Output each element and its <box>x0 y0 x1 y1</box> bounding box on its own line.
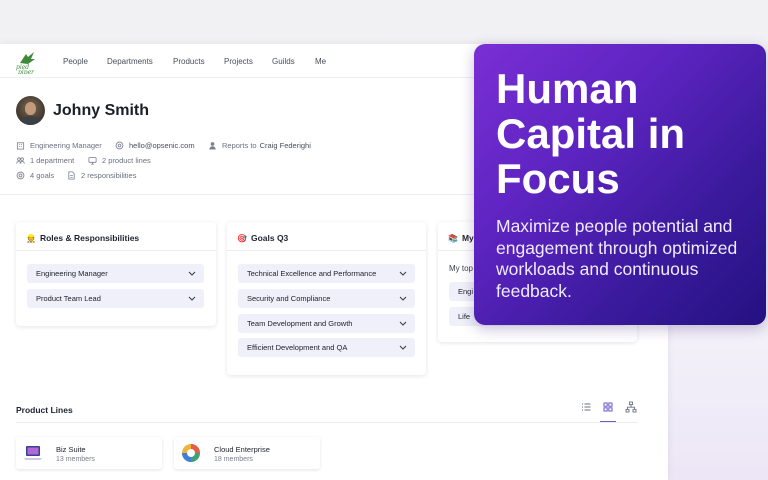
group-icon <box>16 157 25 164</box>
document-icon <box>68 171 75 180</box>
my-card-subtitle: My top <box>449 264 474 273</box>
avatar[interactable] <box>16 96 45 125</box>
promo-overlay: Human Capital in Focus Maximize people p… <box>474 44 766 325</box>
target-icon <box>16 171 25 180</box>
roles-card-title: 👷 Roles & Responsibilities <box>26 233 139 243</box>
nav-item-products[interactable]: Products <box>173 57 205 66</box>
building-icon <box>16 142 25 150</box>
product-line-card[interactable]: Cloud Enterprise 18 members <box>174 437 320 469</box>
page-background-accent <box>668 300 768 480</box>
job-title: Engineering Manager <box>30 141 102 150</box>
job-title-meta: Engineering Manager <box>16 141 102 150</box>
monitor-icon <box>88 157 97 165</box>
responsibilities-meta: 2 responsibilities <box>67 171 136 180</box>
person-icon <box>209 142 216 150</box>
goals-count[interactable]: 4 goals <box>30 171 54 180</box>
promo-title: Human Capital in Focus <box>496 65 686 202</box>
goal-item[interactable]: Security and Compliance <box>238 289 415 308</box>
roles-card: 👷 Roles & Responsibilities Engineering M… <box>16 222 216 326</box>
avatar-face <box>25 102 36 115</box>
product-line-card[interactable]: Biz Suite 13 members <box>16 437 162 469</box>
product-lines-divider <box>16 422 638 423</box>
card-divider <box>16 250 216 251</box>
grid-view-icon[interactable] <box>602 401 614 413</box>
company-logo[interactable]: pied piper <box>14 50 40 76</box>
goals-card-title: 🎯 Goals Q3 <box>237 233 288 243</box>
list-view-icon[interactable] <box>580 401 592 413</box>
goal-item-label: Technical Excellence and Performance <box>247 269 377 278</box>
chevron-down-icon <box>399 271 407 276</box>
laptop-icon <box>24 446 42 460</box>
chevron-down-icon <box>399 321 407 326</box>
my-item-label: Life <box>458 312 471 321</box>
target-emoji-icon: 🎯 <box>237 233 247 243</box>
goal-item-label: Security and Compliance <box>247 294 331 303</box>
my-item-label: Engi <box>458 287 474 296</box>
chevron-down-icon <box>399 296 407 301</box>
product-line-name: Cloud Enterprise <box>214 445 270 454</box>
role-item-label: Product Team Lead <box>36 294 101 303</box>
nav-item-projects[interactable]: Projects <box>224 57 253 66</box>
svg-text:piper: piper <box>18 69 35 74</box>
card-divider <box>227 250 426 251</box>
avatar-body <box>20 116 41 125</box>
books-icon: 📚 <box>448 233 458 243</box>
role-item[interactable]: Product Team Lead <box>27 289 204 308</box>
worker-icon: 👷 <box>26 233 36 243</box>
product-lines-meta: 2 product lines <box>88 156 151 165</box>
chevron-down-icon <box>188 271 196 276</box>
chevron-down-icon <box>188 296 196 301</box>
responsibilities-count[interactable]: 2 responsibilities <box>81 171 136 180</box>
goal-item[interactable]: Technical Excellence and Performance <box>238 264 415 283</box>
reports-to-label: Reports to <box>222 141 257 150</box>
product-line-members: 13 members <box>56 456 95 463</box>
email-link[interactable]: hello@opsenic.com <box>129 141 195 150</box>
tree-view-icon[interactable] <box>625 401 637 413</box>
goals-card: 🎯 Goals Q3 Technical Excellence and Perf… <box>227 222 426 375</box>
role-item[interactable]: Engineering Manager <box>27 264 204 283</box>
nav-item-me[interactable]: Me <box>315 57 326 66</box>
role-item-label: Engineering Manager <box>36 269 108 278</box>
goal-item[interactable]: Team Development and Growth <box>238 314 415 333</box>
roles-card-title-text: Roles & Responsibilities <box>39 233 140 243</box>
goal-item-label: Efficient Development and QA <box>247 343 348 352</box>
chevron-down-icon <box>399 345 407 350</box>
product-lines-title: Product Lines <box>16 405 73 415</box>
product-lines-count[interactable]: 2 product lines <box>102 156 151 165</box>
nav-item-departments[interactable]: Departments <box>107 57 153 66</box>
cloud-swirl-icon <box>182 444 200 462</box>
at-icon <box>115 141 124 150</box>
goals-meta: 4 goals <box>16 171 54 180</box>
departments-count[interactable]: 1 department <box>30 156 74 165</box>
manager-link[interactable]: Craig Federighi <box>260 141 311 150</box>
promo-subtitle: Maximize people potential and engagement… <box>496 216 738 301</box>
email-meta: hello@opsenic.com <box>115 141 195 150</box>
product-line-name: Biz Suite <box>56 445 86 454</box>
reports-to-meta: Reports to Craig Federighi <box>208 141 311 150</box>
goals-card-title-text: Goals Q3 <box>250 233 289 243</box>
profile-name: Johny Smith <box>53 102 150 119</box>
nav-item-people[interactable]: People <box>63 57 88 66</box>
nav-item-guilds[interactable]: Guilds <box>272 57 295 66</box>
goal-item-label: Team Development and Growth <box>247 319 353 328</box>
goal-item[interactable]: Efficient Development and QA <box>238 338 415 357</box>
product-line-members: 18 members <box>214 456 253 463</box>
departments-meta: 1 department <box>16 156 74 165</box>
